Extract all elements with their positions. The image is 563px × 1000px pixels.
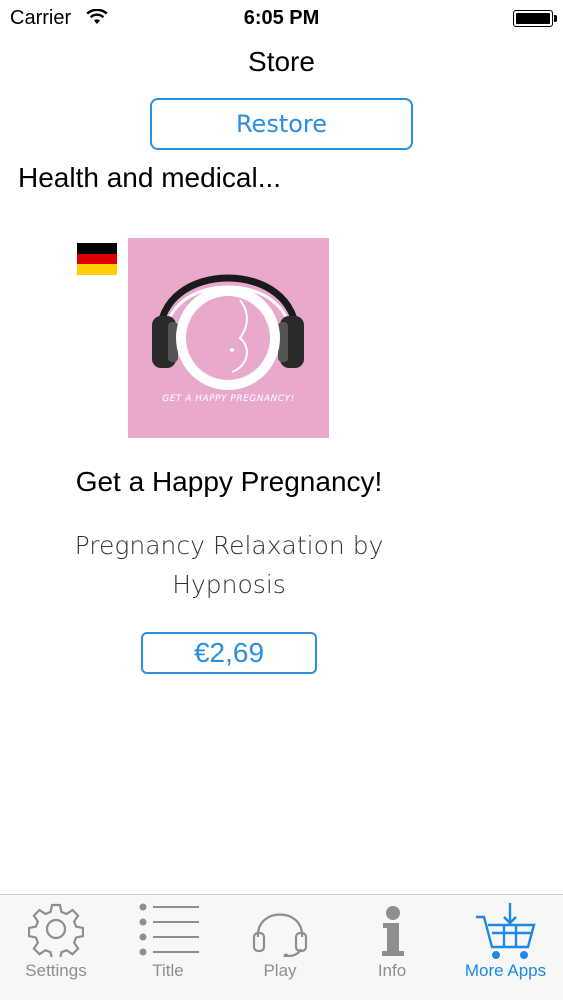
page-title: Store <box>248 46 315 77</box>
headphones-icon <box>252 913 308 957</box>
status-time: 6:05 PM <box>243 7 320 29</box>
artwork-caption: GET A HAPPY PREGNANCY! <box>162 394 295 404</box>
tab-play[interactable]: Play <box>224 895 336 987</box>
section-title: Health and medical... <box>18 162 282 193</box>
buy-price-button[interactable]: €2,69 <box>141 632 317 674</box>
tab-label: More Apps <box>464 961 547 980</box>
product-artwork[interactable]: GET A HAPPY PREGNANCY! <box>128 238 329 438</box>
battery-icon <box>513 10 557 27</box>
restore-button[interactable]: Restore <box>150 98 413 150</box>
tab-label: Info <box>377 961 407 980</box>
tab-bar: Settings Title Play Info More Apps <box>0 894 563 1000</box>
headphones-illustration-icon <box>152 274 304 390</box>
tab-label: Play <box>263 961 297 980</box>
tab-info[interactable]: Info <box>336 895 448 987</box>
tab-more-apps[interactable]: More Apps <box>448 895 563 987</box>
info-icon <box>382 906 404 956</box>
list-icon <box>139 903 199 956</box>
tab-label: Settings <box>25 961 87 980</box>
gear-icon <box>28 903 84 957</box>
tab-title[interactable]: Title <box>112 895 224 987</box>
status-bar: Carrier 6:05 PM <box>0 0 563 40</box>
german-flag-icon <box>77 243 117 275</box>
cart-icon <box>475 903 536 959</box>
tab-label: Title <box>152 961 184 980</box>
tab-settings[interactable]: Settings <box>0 895 112 987</box>
product-subtitle: Pregnancy Relaxation by Hypnosis <box>74 531 384 599</box>
product-title: Get a Happy Pregnancy! <box>75 466 383 497</box>
